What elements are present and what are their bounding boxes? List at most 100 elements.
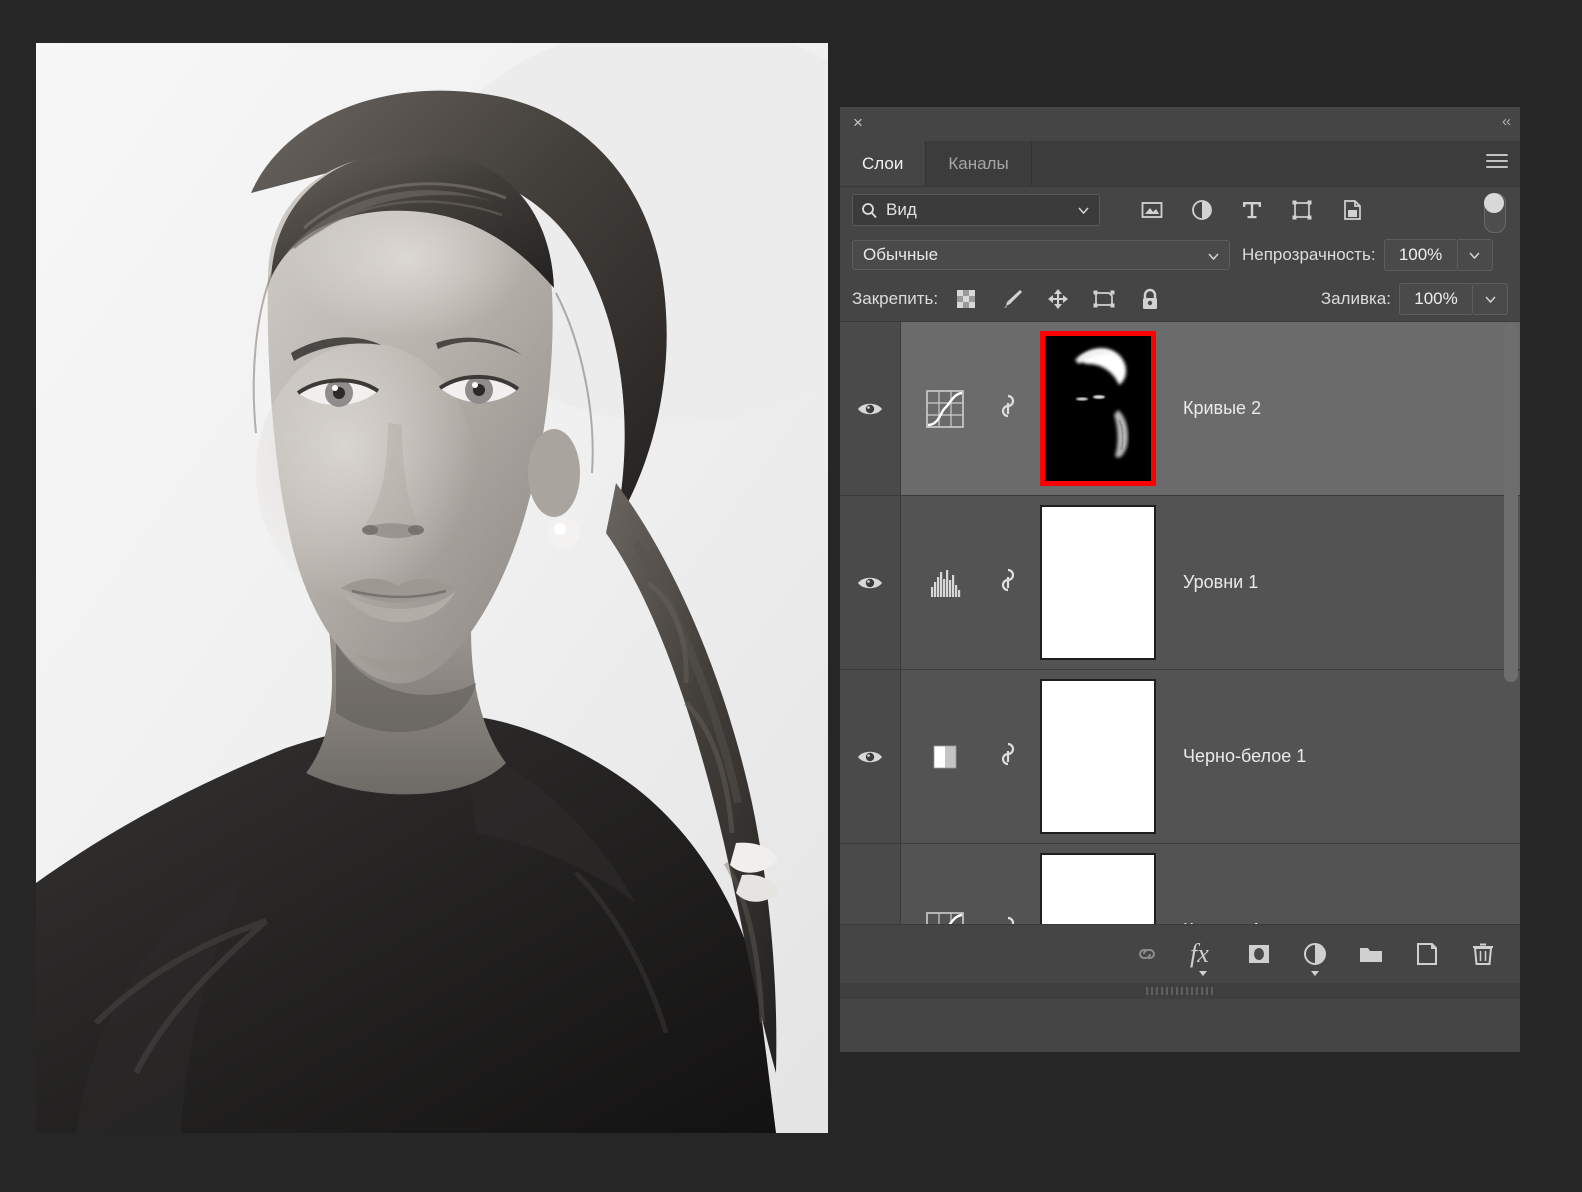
layer-mask-thumbnail[interactable] xyxy=(1040,853,1156,924)
adjustment-layer-filter-icon[interactable] xyxy=(1190,198,1214,222)
layer-name[interactable]: Уровни 1 xyxy=(1169,572,1258,593)
shape-layer-filter-icon[interactable] xyxy=(1290,198,1314,222)
layer-visibility-toggle[interactable] xyxy=(840,670,901,843)
layer-adjustment-thumbnail[interactable] xyxy=(901,911,989,925)
layers-list: Кривые 2 xyxy=(840,321,1520,924)
lock-row: Закрепить: xyxy=(840,277,1520,321)
levels-histogram-icon xyxy=(925,563,965,603)
lock-image-pixels-brush-icon[interactable] xyxy=(1000,287,1024,311)
scrollbar-thumb[interactable] xyxy=(1504,324,1518,682)
chevron-down-icon xyxy=(1485,296,1496,303)
layers-bottom-toolbar: fx xyxy=(840,924,1520,983)
layer-mask-thumbnail-cell xyxy=(1027,853,1169,924)
layer-mask-link-icon[interactable] xyxy=(989,392,1027,426)
layer-mask-thumbnail[interactable] xyxy=(1040,331,1156,486)
tab-channels[interactable]: Каналы xyxy=(926,141,1031,186)
blend-mode-select[interactable]: Обычные xyxy=(852,240,1230,270)
chevron-down-icon xyxy=(1208,253,1219,260)
fx-label: fx xyxy=(1190,939,1209,968)
lock-all-icon[interactable] xyxy=(1138,287,1162,311)
layer-mask-link-icon[interactable] xyxy=(989,566,1027,600)
collapse-panel-icon[interactable]: ‹‹ xyxy=(1502,113,1510,130)
chevron-down-icon xyxy=(1078,207,1089,214)
tab-layers[interactable]: Слои xyxy=(840,141,926,186)
layer-mask-thumbnail[interactable] xyxy=(1040,679,1156,834)
eye-icon xyxy=(857,748,883,766)
link-layers-button[interactable] xyxy=(1134,941,1160,967)
panel-resize-grip-bar xyxy=(840,983,1520,999)
opacity-dropdown-icon[interactable] xyxy=(1458,239,1493,271)
resize-grip-icon[interactable] xyxy=(1145,987,1215,995)
blend-mode-row: Обычные Непрозрачность: 100% xyxy=(840,233,1520,277)
link-mask-icon xyxy=(999,914,1017,925)
layer-mask-thumbnail[interactable] xyxy=(1040,505,1156,660)
eye-icon xyxy=(857,922,883,925)
new-group-button[interactable] xyxy=(1358,941,1384,967)
table-row[interactable]: Уровни 1 xyxy=(840,496,1520,670)
layer-visibility-toggle[interactable] xyxy=(840,322,901,495)
fill-group: Заливка: 100% xyxy=(1309,283,1508,315)
layer-mask-link-icon[interactable] xyxy=(989,914,1027,925)
lock-label: Закрепить: xyxy=(852,289,938,309)
lock-transparent-pixels-icon[interactable] xyxy=(954,287,978,311)
curves-adjustment-icon xyxy=(925,911,965,925)
lock-position-move-icon[interactable] xyxy=(1046,287,1070,311)
adjustment-half-circle-icon xyxy=(1302,941,1328,967)
link-mask-icon xyxy=(999,566,1017,600)
layer-name[interactable]: Кривые 2 xyxy=(1169,398,1261,419)
filter-type-select[interactable]: Вид xyxy=(852,194,1100,226)
close-icon[interactable]: × xyxy=(849,114,867,132)
fx-menu-caret-icon xyxy=(1199,971,1207,976)
table-row[interactable]: Черно-белое 1 xyxy=(840,670,1520,844)
document-canvas-photo xyxy=(36,43,828,1133)
link-mask-icon xyxy=(999,392,1017,426)
layer-visibility-toggle[interactable] xyxy=(840,496,901,669)
new-adjustment-layer-button[interactable] xyxy=(1302,941,1328,967)
adjustment-menu-caret-icon xyxy=(1311,971,1319,976)
smart-object-filter-icon[interactable] xyxy=(1340,198,1364,222)
table-row[interactable]: Кривые 2 xyxy=(840,322,1520,496)
fill-label: Заливка: xyxy=(1321,289,1391,309)
lock-icon-group xyxy=(954,287,1162,311)
layer-mask-link-icon[interactable] xyxy=(989,740,1027,774)
magnifier-icon xyxy=(861,202,878,219)
panel-title-bar: × ‹‹ xyxy=(840,107,1520,141)
add-layer-mask-button[interactable] xyxy=(1246,941,1272,967)
new-layer-button[interactable] xyxy=(1414,941,1440,967)
tab-bar-filler xyxy=(1032,141,1520,186)
layer-adjustment-thumbnail[interactable] xyxy=(901,389,989,429)
pixel-layer-filter-icon[interactable] xyxy=(1140,198,1164,222)
blend-mode-value: Обычные xyxy=(863,245,938,265)
filter-icon-group xyxy=(1140,198,1364,222)
link-mask-icon xyxy=(999,740,1017,774)
layer-style-fx-button[interactable]: fx xyxy=(1190,941,1216,967)
chevron-down-icon xyxy=(1469,252,1480,259)
opacity-input[interactable]: 100% xyxy=(1384,239,1458,271)
eye-icon xyxy=(857,574,883,592)
black-and-white-adjustment-icon xyxy=(925,737,965,777)
layer-visibility-toggle[interactable] xyxy=(840,844,901,924)
curves-adjustment-icon xyxy=(925,389,965,429)
layer-filter-row: Вид xyxy=(840,187,1520,233)
delete-layer-button[interactable] xyxy=(1470,941,1496,967)
lock-artboard-nesting-icon[interactable] xyxy=(1092,287,1116,311)
portrait-image xyxy=(36,43,828,1133)
filter-type-value: Вид xyxy=(886,200,917,220)
layer-mask-thumbnail-cell xyxy=(1027,679,1169,834)
layer-name[interactable]: Черно-белое 1 xyxy=(1169,746,1306,767)
opacity-label: Непрозрачность: xyxy=(1242,245,1376,265)
layer-name[interactable]: Кривые 1 xyxy=(1169,920,1261,924)
eye-icon xyxy=(857,400,883,418)
layers-scrollbar[interactable] xyxy=(1504,324,1518,922)
panel-menu-icon[interactable] xyxy=(1486,154,1508,172)
type-layer-filter-icon[interactable] xyxy=(1240,198,1264,222)
layer-mask-thumbnail-cell xyxy=(1027,331,1169,486)
table-row[interactable]: Кривые 1 xyxy=(840,844,1520,924)
layers-panel: × ‹‹ Слои Каналы Вид xyxy=(840,107,1520,1052)
fill-input[interactable]: 100% xyxy=(1399,283,1473,315)
layer-adjustment-thumbnail[interactable] xyxy=(901,737,989,777)
painted-black-mask xyxy=(1045,336,1151,481)
layer-adjustment-thumbnail[interactable] xyxy=(901,563,989,603)
filter-enable-toggle[interactable] xyxy=(1484,193,1506,233)
fill-dropdown-icon[interactable] xyxy=(1473,283,1508,315)
